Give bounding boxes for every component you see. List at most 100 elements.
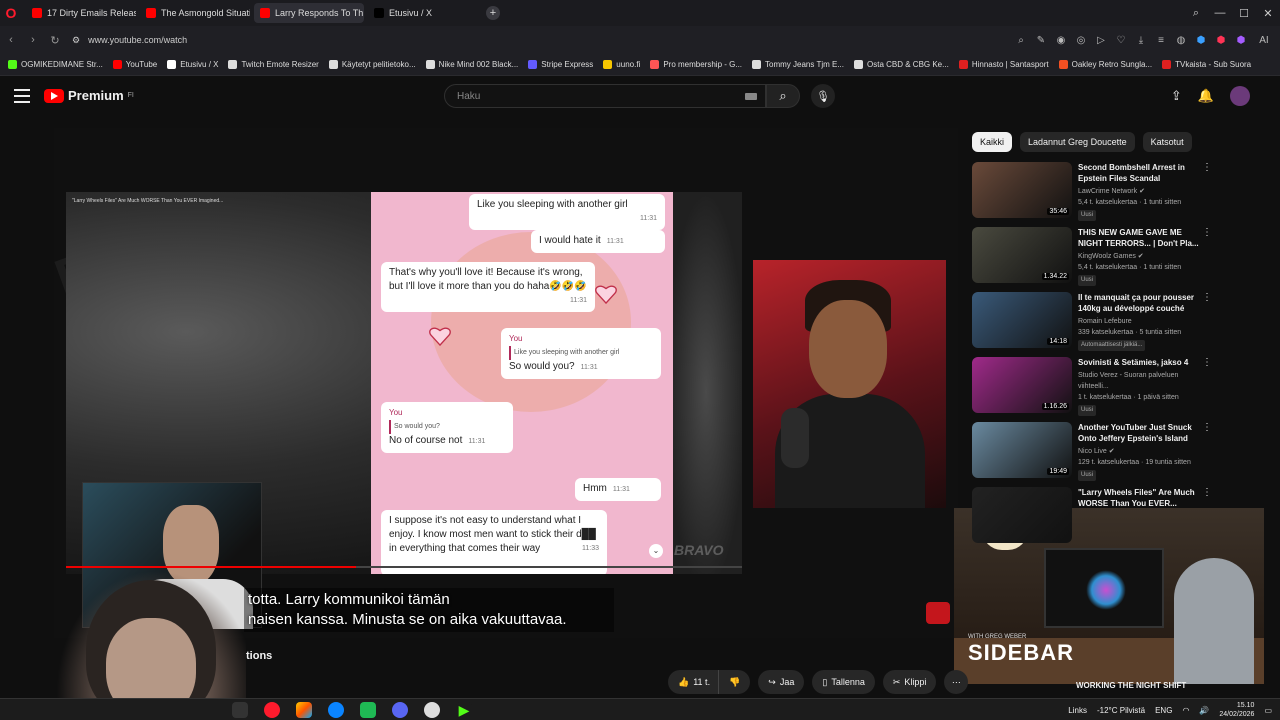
wifi-icon[interactable]: ◠ [1182,706,1189,715]
bell-icon[interactable]: 🔔 [1198,88,1214,104]
bookmark-item[interactable]: Twitch Emote Resizer [228,60,319,69]
browser-tab[interactable]: The Asmongold Situation [140,3,250,23]
download-icon[interactable]: ⤓ [1134,35,1148,46]
filter-chip[interactable]: Ladannut Greg Doucette [1020,132,1135,152]
filter-chip[interactable]: Katsotut [1142,132,1192,152]
more-actions-button[interactable]: ⋯ [944,670,969,694]
kick-app-icon[interactable]: ▶ [456,702,472,718]
channel-name[interactable]: LawCrime Network ✔ [1078,186,1206,197]
more-options-icon[interactable]: ⋮ [1202,487,1212,498]
recommendation-thumbnail[interactable]: 1.34.22 [972,227,1072,283]
avatar[interactable] [1230,86,1250,106]
app-icon-3[interactable] [424,702,440,718]
minimize-icon[interactable]: — [1208,7,1232,19]
hamburger-menu-icon[interactable] [14,89,30,103]
profile-icon[interactable]: ◍ [1174,35,1188,46]
share-button[interactable]: ↪ Jaa [758,670,805,694]
extension-icon-3[interactable]: ⬢ [1234,35,1248,46]
channel-name[interactable]: KingWoolz Games ✔ [1078,251,1206,262]
search-button[interactable]: ⌕ [766,84,800,108]
upload-icon[interactable]: ⇪ [1171,88,1182,104]
language[interactable]: ENG [1155,706,1172,715]
bookmark-item[interactable]: Tommy Jeans Tjm E... [752,60,844,69]
recommendation-thumbnail[interactable]: 1.16.26 [972,357,1072,413]
close-window-icon[interactable]: ✕ [1256,7,1280,20]
clock[interactable]: 15.10 24/02/2026 [1219,701,1254,719]
recommendation-thumbnail[interactable]: 19:49 [972,422,1072,478]
bookmark-item[interactable]: Hinnasto | Santasport [958,60,1049,69]
edge-app-icon[interactable] [328,702,344,718]
bookmark-item[interactable]: Käytetyt pelitietoko... [328,60,416,69]
browser-tab[interactable]: Larry Responds To Th✕ [254,3,364,23]
recommendation-item[interactable]: "Larry Wheels Files" Are Much WORSE Than… [972,487,1220,552]
save-button[interactable]: ▯ Tallenna [812,670,875,694]
recommendation-thumbnail[interactable]: 14:18 [972,292,1072,348]
recommendation-title[interactable]: "Larry Wheels Files" Are Much WORSE Than… [1078,487,1206,509]
search-tabs-icon[interactable]: ⌕ [1184,7,1208,20]
back-icon[interactable]: ‹ [0,34,22,46]
recommendation-title[interactable]: Sovinisti & Setämies, jakso 4 [1078,357,1206,368]
notifications-icon[interactable]: ▭ [1264,706,1272,715]
camera-icon[interactable]: ◉ [1054,35,1068,46]
bookmark-item[interactable]: uuno.fi [603,60,640,69]
new-tab-button[interactable]: + [486,6,500,20]
recommendation-thumbnail[interactable] [972,487,1072,543]
youtube-logo[interactable]: Premium FI [44,88,134,103]
bookmark-item[interactable]: Osta CBD & CBG Ke... [854,60,949,69]
search-input[interactable]: Haku [444,84,766,108]
volume-icon[interactable]: 🔊 [1199,706,1209,715]
description-label[interactable]: tions [246,650,272,662]
browser-tab[interactable]: 17 Dirty Emails Released in [26,3,136,23]
url-field[interactable]: ⚙ www.youtube.com/watch [72,35,972,46]
extension-icon[interactable]: ⬢ [1194,35,1208,46]
site-info-icon[interactable]: ⚙ [72,35,80,46]
reload-icon[interactable]: ↻ [44,34,66,47]
opera-app-icon[interactable] [264,702,280,718]
bookmark-item[interactable]: Stripe Express [528,60,593,69]
recommendation-thumbnail[interactable]: 35:46 [972,162,1072,218]
browser-tab[interactable]: Etusivu / X [368,3,478,23]
more-options-icon[interactable]: ⋮ [1202,162,1212,173]
links-label[interactable]: Links [1068,706,1087,715]
bookmark-item[interactable]: OGMIKEDIMANE Str... [8,60,103,69]
ai-button[interactable]: AI [1254,35,1274,46]
recommendation-title[interactable]: Second Bombshell Arrest in Epstein Files… [1078,162,1206,184]
bookmark-item[interactable]: Etusivu / X [167,60,218,69]
discord-app-icon[interactable] [392,702,408,718]
heart-icon[interactable]: ♡ [1114,35,1128,46]
recommendation-item[interactable]: 19:49 Another YouTuber Just Snuck Onto Je… [972,422,1220,487]
filter-chip[interactable]: Kaikki [972,132,1013,152]
like-button[interactable]: 👍 11 t. [668,670,719,694]
terminal-app-icon[interactable] [232,702,248,718]
more-options-icon[interactable]: ⋮ [1202,292,1212,303]
channel-name[interactable]: Nico Live ✔ [1078,446,1206,457]
recommendation-title[interactable]: Another YouTuber Just Snuck Onto Jeffery… [1078,422,1206,444]
maximize-icon[interactable]: ☐ [1232,7,1256,20]
zoom-icon[interactable]: ⌕ [1014,35,1028,46]
edit-icon[interactable]: ✎ [1034,35,1048,46]
browser-logo-icon[interactable]: O [0,0,22,26]
recommendation-title[interactable]: Il te manquait ça pour pousser 140kg au … [1078,292,1206,314]
recommendation-item[interactable]: 14:18 Il te manquait ça pour pousser 140k… [972,292,1220,357]
more-options-icon[interactable]: ⋮ [1202,227,1212,238]
app-icon-2[interactable] [360,702,376,718]
more-options-icon[interactable]: ⋮ [1202,422,1212,433]
app-icon[interactable] [296,702,312,718]
clip-button[interactable]: ✂ Klippi [882,670,937,694]
video-player[interactable]: YDR "Larry Wheels Files" Are Much WORSE … [54,128,958,638]
recommendation-item[interactable]: 1.34.22 THIS NEW GAME GAVE ME NIGHT TERRO… [972,227,1220,292]
recommendation-title[interactable]: THIS NEW GAME GAVE ME NIGHT TERRORS... |… [1078,227,1206,249]
recommendation-item[interactable]: 1.16.26 Sovinisti & Setämies, jakso 4 Stud… [972,357,1220,422]
bookmark-item[interactable]: Nike Mind 002 Black... [425,60,518,69]
forward-icon[interactable]: › [22,34,44,46]
play-icon[interactable]: ▷ [1094,35,1108,46]
menu-icon[interactable]: ≡ [1154,35,1168,46]
keyboard-icon[interactable] [745,93,757,100]
more-options-icon[interactable]: ⋮ [1202,357,1212,368]
bookmark-item[interactable]: Pro membership - G... [650,60,742,69]
recommendation-item[interactable]: 35:46 Second Bombshell Arrest in Epstein … [972,162,1220,227]
recommendation-title[interactable]: WORKING THE NIGHT SHIFT [1076,681,1186,690]
bookmark-item[interactable]: Oakley Retro Sungla... [1058,60,1152,69]
bookmark-item[interactable]: TVkaista - Sub Suora [1162,60,1251,69]
weather[interactable]: -12°C Pilvistä [1097,706,1145,715]
